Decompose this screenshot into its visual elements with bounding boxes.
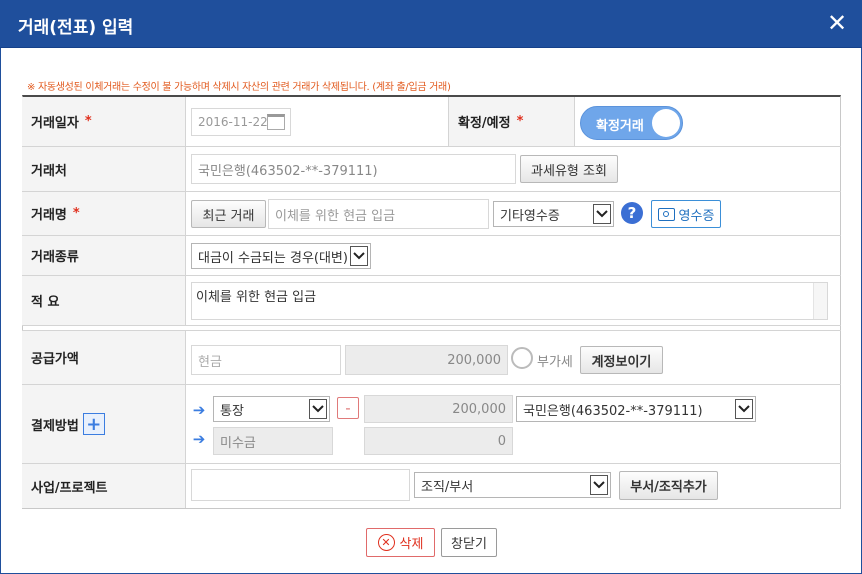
partner-label: 거래처: [22, 147, 186, 191]
unpaid-amount-input: 0: [364, 427, 513, 455]
partner-input[interactable]: 국민은행(463502-**-379111): [191, 154, 516, 184]
tax-type-lookup-button[interactable]: 과세유형 조회: [520, 155, 618, 183]
supply-amount-input: 200,000: [345, 345, 508, 375]
show-accounts-button[interactable]: 계정보이기: [580, 346, 663, 374]
help-icon[interactable]: ?: [621, 202, 643, 224]
type-label: 거래종류: [22, 236, 186, 275]
plus-glyph: +: [86, 413, 102, 435]
receipt-label: 영수증: [678, 208, 715, 224]
notice-text: ※ 자동생성된 이체거래는 수정이 불 가능하며 삭제시 자산의 관련 거래가 …: [27, 82, 451, 93]
confirm-label-text: 확정/예정: [458, 116, 511, 131]
memo-textarea[interactable]: 이체를 위한 현금 입금: [191, 282, 828, 320]
transaction-type-select[interactable]: 대금이 수금되는 경우(대변): [191, 243, 371, 269]
arrow-right-icon: ➔: [192, 430, 206, 448]
project-input[interactable]: [191, 469, 410, 501]
document-type-value: 기타영수증: [500, 208, 560, 224]
close-icon[interactable]: ✕: [822, 8, 852, 38]
payment-method-value: 통장: [220, 403, 244, 419]
date-value: 2016-11-22: [198, 115, 268, 129]
camera-icon: [657, 207, 675, 221]
date-input[interactable]: 2016-11-22: [191, 108, 291, 136]
add-department-button[interactable]: 부서/조직추가: [619, 471, 718, 500]
date-label: 거래일자 *: [22, 97, 186, 146]
payment-account-select[interactable]: 국민은행(463502-**-379111): [516, 396, 756, 422]
add-payment-icon[interactable]: +: [82, 413, 105, 435]
payment-account-value: 국민은행(463502-**-379111): [523, 403, 703, 419]
recent-transaction-button[interactable]: 최근 거래: [191, 200, 266, 228]
help-glyph: ?: [627, 204, 637, 222]
minus-glyph: -: [345, 399, 351, 417]
confirm-toggle[interactable]: 확정거래: [580, 106, 683, 140]
name-label: 거래명 *: [22, 192, 186, 235]
close-window-button[interactable]: 창닫기: [441, 528, 497, 557]
payment-amount-input: 200,000: [364, 395, 513, 423]
transaction-name-input[interactable]: 이체를 위한 현금 입금: [268, 199, 489, 229]
document-type-select[interactable]: 기타영수증: [493, 201, 614, 227]
chevron-down-icon[interactable]: [309, 399, 327, 419]
chevron-down-icon[interactable]: [735, 399, 753, 419]
name-label-text: 거래명: [31, 208, 67, 223]
organization-select[interactable]: 조직/부서: [414, 472, 611, 498]
arrow-right-icon: ➔: [192, 401, 206, 419]
supply-item-input[interactable]: 현금: [191, 345, 341, 375]
payment-label: 결제방법 +: [22, 385, 186, 463]
row-divider: [22, 325, 841, 326]
chevron-down-icon[interactable]: [593, 204, 611, 224]
transaction-type-value: 대금이 수금되는 경우(대변): [198, 250, 348, 266]
vat-label: 부가세: [537, 355, 573, 370]
supply-label: 공급가액: [22, 331, 186, 384]
required-mark: *: [72, 206, 80, 221]
organization-value: 조직/부서: [421, 479, 474, 495]
date-label-text: 거래일자: [31, 116, 79, 131]
required-mark: *: [516, 114, 524, 129]
payment-method-select[interactable]: 통장: [213, 396, 330, 422]
memo-value: 이체를 위한 현금 입금: [196, 290, 317, 305]
scrollbar[interactable]: [813, 283, 827, 319]
calendar-icon[interactable]: [267, 114, 285, 130]
vat-radio[interactable]: [511, 347, 533, 369]
remove-payment-button[interactable]: -: [337, 397, 359, 419]
confirm-label: 확정/예정 *: [448, 97, 575, 146]
payment-label-text: 결제방법: [31, 418, 79, 434]
chevron-down-icon[interactable]: [590, 475, 608, 495]
chevron-down-icon[interactable]: [350, 246, 368, 266]
delete-button[interactable]: ✕ 삭제: [366, 528, 435, 557]
toggle-knob: [652, 109, 680, 137]
delete-icon: ✕: [377, 534, 395, 551]
memo-label: 적 요: [22, 276, 186, 325]
project-label: 사업/프로젝트: [22, 464, 186, 508]
receipt-button[interactable]: 영수증: [651, 200, 721, 228]
delete-label: 삭제: [399, 537, 424, 552]
dialog-titlebar: 거래(전표) 입력 ✕: [0, 0, 862, 48]
dialog-title: 거래(전표) 입력: [18, 18, 134, 38]
required-mark: *: [84, 114, 92, 129]
unpaid-input: 미수금: [213, 427, 333, 455]
toggle-label: 확정거래: [596, 119, 644, 134]
